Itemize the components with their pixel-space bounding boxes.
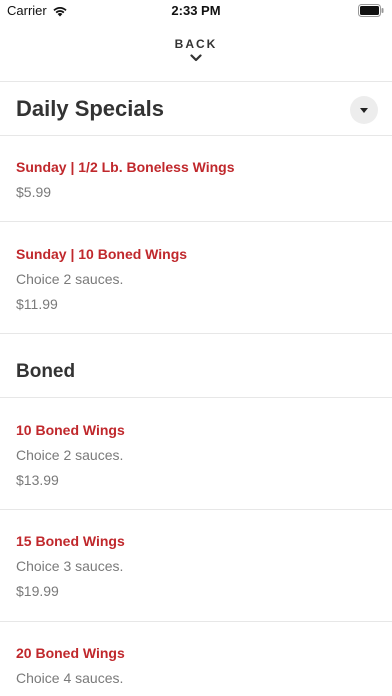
section-title-daily-specials: Daily Specials bbox=[16, 96, 164, 121]
header-divider bbox=[0, 81, 392, 82]
section-title-boned: Boned bbox=[16, 361, 76, 382]
item-description: Choice 2 sauces. bbox=[16, 271, 124, 287]
item-name: 10 Boned Wings bbox=[16, 422, 125, 438]
section-dropdown-button[interactable] bbox=[350, 96, 378, 124]
item-price: $11.99 bbox=[16, 296, 58, 312]
menu-item[interactable]: Sunday | 10 Boned Wings Choice 2 sauces.… bbox=[16, 246, 376, 312]
item-name: Sunday | 1/2 Lb. Boneless Wings bbox=[16, 159, 235, 175]
item-price: $19.99 bbox=[16, 583, 59, 599]
item-divider bbox=[0, 509, 392, 510]
item-divider bbox=[0, 221, 392, 222]
item-description: Choice 4 sauces. bbox=[16, 670, 124, 686]
item-name: 15 Boned Wings bbox=[16, 533, 125, 549]
status-bar: Carrier 2:33 PM bbox=[0, 0, 392, 22]
back-label: BACK bbox=[174, 37, 218, 51]
item-divider bbox=[0, 333, 392, 334]
item-price: $13.99 bbox=[16, 472, 59, 488]
section-divider bbox=[0, 135, 392, 136]
item-price: $5.99 bbox=[16, 184, 52, 200]
status-time: 2:33 PM bbox=[171, 3, 221, 18]
item-description: Choice 3 sauces. bbox=[16, 558, 124, 574]
menu-item[interactable]: 15 Boned Wings Choice 3 sauces. $19.99 bbox=[16, 533, 376, 599]
menu-item[interactable]: Sunday | 1/2 Lb. Boneless Wings $5.99 bbox=[16, 159, 376, 200]
menu-item[interactable]: 10 Boned Wings Choice 2 sauces. $13.99 bbox=[16, 422, 376, 488]
item-name: Sunday | 10 Boned Wings bbox=[16, 246, 188, 262]
caret-down-icon bbox=[360, 107, 368, 113]
battery-icon bbox=[358, 4, 384, 17]
menu-screen: Carrier 2:33 PM BACK Daily Specials Sund bbox=[0, 0, 392, 696]
menu-item[interactable]: 20 Boned Wings Choice 4 sauces. bbox=[16, 645, 376, 686]
section-divider bbox=[0, 397, 392, 398]
back-button[interactable]: BACK bbox=[0, 30, 392, 74]
chevron-down-icon bbox=[190, 54, 202, 62]
item-description: Choice 2 sauces. bbox=[16, 447, 124, 463]
item-name: 20 Boned Wings bbox=[16, 645, 125, 661]
item-divider bbox=[0, 621, 392, 622]
